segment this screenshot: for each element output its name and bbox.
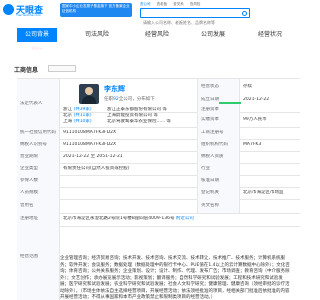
credit-code-label: 统一社会信用代码: [20, 130, 56, 135]
founded-value: 2021-12-22: [243, 97, 270, 102]
banner-ad[interactable]: 国家中小企业发展子基金旗下 官方备案企业征信机构: [60, 3, 132, 17]
address-label: 注册地址: [20, 216, 38, 221]
col-divider: [239, 79, 240, 213]
region-name: 浙江: [63, 107, 72, 112]
search-type-tabs: 查公司 查老板 查关系 查风险: [140, 2, 205, 7]
tianyancha-logo[interactable]: 天眼查 TianYanCha.com: [3, 3, 59, 17]
tax-qual-label: 纳税人资质: [201, 154, 224, 159]
scope-label: 经营范围: [20, 254, 38, 259]
region-count[interactable]: (共11家): [73, 113, 91, 118]
logo-subtext: TianYanCha.com: [16, 13, 41, 17]
hint-box[interactable]: [48, 65, 76, 72]
tab-judicial-risk[interactable]: 司法风险: [77, 28, 117, 42]
section-hint: [48, 65, 76, 73]
role-suffix: 等: [162, 107, 167, 112]
company-link[interactable]: 上海蔚能投资有限公司: [107, 113, 152, 118]
authority-value: 北京市海淀区市场监: [243, 190, 284, 195]
org-code-label: 组织机构代码: [201, 142, 228, 147]
legal-rep-avatar[interactable]: [79, 84, 99, 104]
tab-badge: 999+: [31, 46, 43, 51]
avatar-body: [82, 96, 96, 104]
assoc-prefix: 任职: [104, 97, 113, 102]
top-bar: 天眼查 TianYanCha.com 国家中小企业发展子基金旗下 官方备案企业征…: [0, 0, 300, 27]
former-name-label: 曾用名: [20, 203, 34, 208]
status-value: 存续: [243, 84, 252, 89]
approved-date-label: 核准日期: [201, 178, 219, 183]
avatar-head: [85, 87, 93, 95]
search-box: [140, 8, 250, 27]
paid-capital-label: 实缴资本: [201, 117, 219, 122]
nearby-companies-link[interactable]: 附近公司: [176, 216, 194, 221]
eye-logo-icon: [3, 4, 14, 15]
legal-rep-name[interactable]: 李东辉: [104, 84, 125, 94]
reg-no-label: 工商注册号: [201, 130, 224, 135]
term-value: 2021-12-22 至 2051-12-21: [63, 154, 123, 159]
tab-label: 公司背景: [24, 31, 49, 38]
search-tab-relation[interactable]: 查关系: [173, 2, 184, 6]
tab-operation-risk[interactable]: 经营风险: [137, 28, 177, 42]
company-link[interactable]: 北京驾驶鹭泰华农业保险......: [107, 119, 165, 124]
scope-value: 企业管理咨询；经济贸易咨询；技术开发、技术咨询、技术交流、技术转让、技术推广、技…: [60, 256, 290, 300]
legal-rep-association: 任职92全公司，分布如下: [104, 96, 155, 102]
english-name-label: 英文名称: [201, 203, 219, 208]
status-label: 经营状态: [201, 84, 219, 89]
industry-label: 行业: [201, 166, 210, 171]
tab-company-development[interactable]: 公司发展: [193, 28, 233, 42]
tax-id-label: 纳税人识别号: [20, 142, 47, 147]
search-tab-boss[interactable]: 查老板: [157, 2, 168, 6]
legal-rep-label: 法定代表人: [20, 101, 43, 106]
org-code-value: MA7FK3: [243, 142, 262, 147]
address-value: 北京市海淀区永澄北路2号院1号楼B座四层4009-136号 附近公司: [63, 216, 194, 222]
search-input[interactable]: [141, 18, 237, 27]
assoc-text: 全公司，分布如下: [118, 97, 155, 102]
section-title: 工商信息: [14, 67, 39, 74]
region-count[interactable]: (共39家): [73, 107, 91, 112]
tab-operation-status[interactable]: 经营状况: [250, 28, 290, 42]
region-count[interactable]: (共10家): [73, 119, 91, 124]
reg-capital-label: 注册资本: [201, 107, 219, 112]
company-link[interactable]: 浙江正泰东都股份有限公司: [107, 107, 161, 112]
founded-label: 成立日期: [201, 97, 219, 102]
region-company: 北京驾驶鹭泰华农业保险...... 等: [107, 119, 193, 125]
tab-company-background[interactable]: 公司背景 999+: [17, 28, 57, 51]
term-label: 营业期限: [20, 154, 38, 159]
paid-capital-indicator: [219, 102, 241, 104]
authority-label: 登记机关: [201, 190, 219, 195]
region-name: 北京: [63, 113, 72, 118]
credit-code-value: 91110108MA7FK3FD2X: [63, 130, 117, 135]
role-suffix: 等: [166, 119, 172, 124]
section-nav: 公司背景 999+ 司法风险 经营风险 公司发展 经营状况: [0, 28, 300, 51]
paid-capital-value: 99万人民币: [243, 117, 267, 122]
tax-id-value: 91110108MA7FK3FD2X: [63, 142, 117, 147]
address-text: 北京市海淀区永澄北路2号院1号楼B座四层4009-136号: [63, 216, 175, 221]
search-tab-company[interactable]: 查公司: [140, 2, 151, 6]
search-tab-risk[interactable]: 查风险: [190, 2, 201, 6]
role-suffix: 等: [153, 113, 158, 118]
company-type-label: 企业类型: [20, 166, 38, 171]
company-type-value: 有限责任公司(自然人投资或控股): [63, 166, 130, 171]
staff-size-label: 人员规模: [20, 190, 38, 195]
insured-label: 参保人数: [20, 178, 38, 183]
region-name: 上海: [63, 119, 72, 124]
search-icon[interactable]: [242, 10, 247, 16]
region-row: 上海 (共10家): [63, 119, 92, 125]
